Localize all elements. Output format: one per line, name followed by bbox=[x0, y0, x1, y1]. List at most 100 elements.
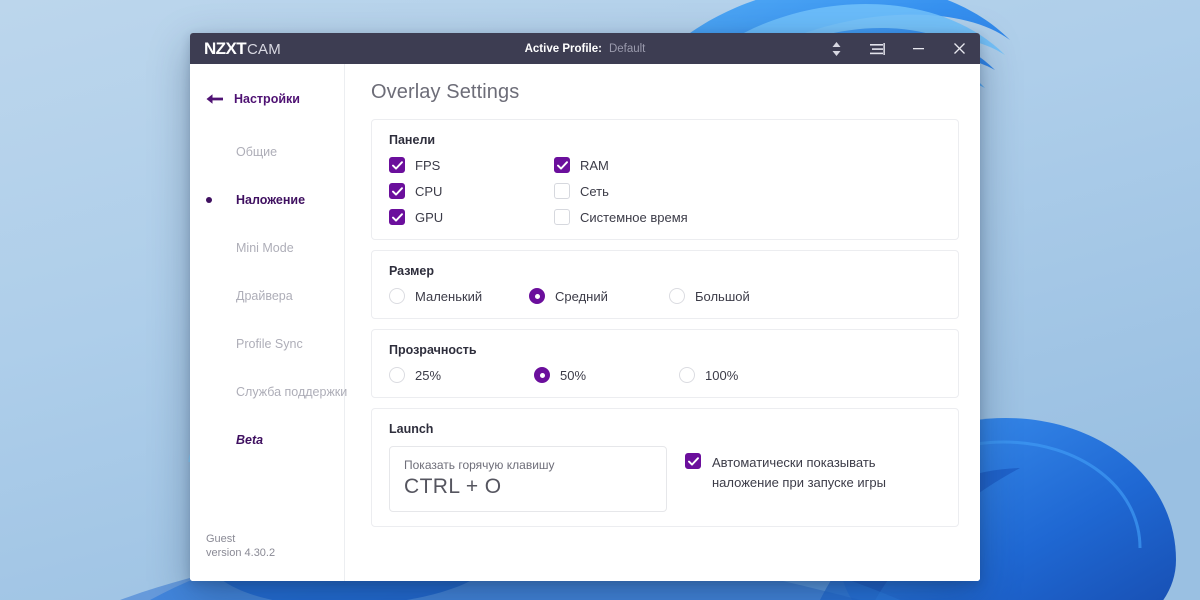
launch-card: Launch Показать горячую клавишу CTRL + O bbox=[371, 408, 959, 527]
checkbox-fps[interactable]: FPS bbox=[389, 157, 554, 173]
sidebar-item-drivers[interactable]: Драйвера bbox=[190, 272, 344, 320]
window-controls bbox=[816, 33, 980, 64]
radio-dot bbox=[539, 372, 545, 378]
radio-size-large[interactable]: Большой bbox=[669, 288, 809, 304]
radio-circle bbox=[529, 288, 545, 304]
desktop-background: NZXT CAM Active Profile: Default Настрой… bbox=[0, 0, 1200, 600]
nav-bullet bbox=[206, 341, 212, 347]
checkbox-box bbox=[389, 209, 405, 225]
sidebar-item-label: Наложение bbox=[236, 193, 306, 207]
sidebar-item-label: Mini Mode bbox=[236, 241, 294, 255]
size-title: Размер bbox=[389, 264, 435, 278]
radio-circle bbox=[389, 288, 405, 304]
app-version: version 4.30.2 bbox=[206, 547, 276, 560]
brand-cam: CAM bbox=[246, 40, 281, 58]
radio-size-medium[interactable]: Средний bbox=[529, 288, 669, 304]
radio-label: Маленький bbox=[415, 288, 483, 304]
nav-bullet-active bbox=[206, 197, 212, 203]
radio-transparency-25[interactable]: 25% bbox=[389, 367, 534, 383]
check-icon bbox=[391, 212, 403, 222]
transparency-options: 25% 50% 100% bbox=[389, 367, 941, 383]
checkbox-box bbox=[554, 209, 570, 225]
minimize-button[interactable] bbox=[898, 33, 939, 64]
radio-dot bbox=[395, 294, 400, 299]
sidebar-item-beta[interactable]: Beta bbox=[190, 416, 344, 464]
profile-stepper-button[interactable] bbox=[816, 33, 857, 64]
arrow-left-icon bbox=[206, 93, 224, 105]
nav-bullet bbox=[206, 149, 212, 155]
user-name: Guest bbox=[206, 532, 236, 545]
radio-size-small[interactable]: Маленький bbox=[389, 288, 529, 304]
checkbox-box bbox=[685, 453, 701, 469]
settings-sidebar: Настройки Общие Наложение Mini Mode Драй… bbox=[190, 64, 348, 581]
back-to-settings-button[interactable]: Настройки bbox=[190, 75, 344, 113]
minimize-icon bbox=[913, 48, 924, 50]
checkbox-cpu[interactable]: CPU bbox=[389, 183, 554, 199]
menu-button[interactable] bbox=[857, 33, 898, 64]
size-card: Размер Маленький Средний Большой bbox=[371, 250, 959, 319]
sidebar-item-mini-mode[interactable]: Mini Mode bbox=[190, 224, 344, 272]
radio-circle bbox=[679, 367, 695, 383]
radio-label: Большой bbox=[695, 288, 750, 304]
sidebar-item-general[interactable]: Общие bbox=[190, 128, 344, 176]
checkbox-label: CPU bbox=[415, 183, 443, 199]
nav-bullet bbox=[206, 437, 212, 443]
check-icon bbox=[556, 160, 568, 170]
sidebar-item-label: Profile Sync bbox=[236, 337, 303, 351]
checkbox-system-time[interactable]: Системное время bbox=[554, 209, 941, 225]
radio-label: 25% bbox=[415, 367, 442, 383]
window-titlebar[interactable]: NZXT CAM Active Profile: Default bbox=[190, 33, 980, 64]
hotkey-input[interactable]: Показать горячую клавишу CTRL + O bbox=[389, 446, 667, 512]
checkbox-label: RAM bbox=[580, 157, 609, 173]
profile-stepper-icon bbox=[832, 41, 841, 56]
radio-dot bbox=[534, 293, 540, 299]
sidebar-item-profile-sync[interactable]: Profile Sync bbox=[190, 320, 344, 368]
menu-icon bbox=[870, 42, 885, 55]
checkbox-box bbox=[554, 183, 570, 199]
page-title: Overlay Settings bbox=[371, 81, 520, 103]
sidebar-item-label: Beta bbox=[236, 433, 264, 447]
version-info: Guest version 4.30.2 bbox=[190, 532, 344, 581]
checkbox-label: Автоматически показывать наложение при з… bbox=[712, 455, 886, 491]
sidebar-item-overlay[interactable]: Наложение bbox=[190, 176, 344, 224]
checkbox-label: Сеть bbox=[580, 183, 609, 199]
checkbox-box bbox=[554, 157, 570, 173]
checkbox-label: FPS bbox=[415, 157, 441, 173]
active-profile-value[interactable]: Default bbox=[609, 43, 645, 55]
transparency-card: Прозрачность 25% 50% 100% bbox=[371, 329, 959, 398]
sidebar-item-label: Служба поддержки bbox=[236, 385, 348, 399]
launch-title: Launch bbox=[389, 422, 434, 436]
radio-dot bbox=[675, 294, 680, 299]
hotkey-value: CTRL + O bbox=[404, 475, 502, 498]
nav-bullet bbox=[206, 293, 212, 299]
app-logo: NZXT CAM bbox=[190, 39, 281, 59]
checkbox-network[interactable]: Сеть bbox=[554, 183, 941, 199]
size-options: Маленький Средний Большой bbox=[389, 288, 941, 304]
check-icon bbox=[391, 160, 403, 170]
settings-content: Overlay Settings Панели FPS RAM CPU Сеть… bbox=[345, 64, 980, 581]
radio-transparency-100[interactable]: 100% bbox=[679, 367, 824, 383]
window-body: Настройки Общие Наложение Mini Mode Драй… bbox=[190, 64, 980, 581]
checkbox-label: Системное время bbox=[580, 209, 688, 225]
radio-transparency-50[interactable]: 50% bbox=[534, 367, 679, 383]
checkbox-label: GPU bbox=[415, 209, 444, 225]
nav-bullet bbox=[206, 389, 212, 395]
active-profile-label: Active Profile: bbox=[524, 42, 602, 55]
launch-body: Показать горячую клавишу CTRL + O Автома… bbox=[389, 446, 941, 512]
radio-circle bbox=[389, 367, 405, 383]
radio-label: Средний bbox=[555, 288, 608, 304]
panels-card: Панели FPS RAM CPU Сеть GPU Системное вр… bbox=[371, 119, 959, 240]
checkbox-gpu[interactable]: GPU bbox=[389, 209, 554, 225]
hotkey-label: Показать горячую клавишу bbox=[404, 458, 555, 472]
close-button[interactable] bbox=[939, 33, 980, 64]
radio-circle bbox=[669, 288, 685, 304]
checkbox-ram[interactable]: RAM bbox=[554, 157, 941, 173]
checkbox-autoshow-overlay[interactable]: Автоматически показывать наложение при з… bbox=[685, 446, 941, 493]
back-label: Настройки bbox=[234, 91, 300, 106]
panels-title: Панели bbox=[389, 133, 436, 147]
check-icon bbox=[391, 186, 403, 196]
sidebar-item-support[interactable]: Служба поддержки bbox=[190, 368, 348, 416]
nav-bullet bbox=[206, 245, 212, 251]
panels-options-grid: FPS RAM CPU Сеть GPU Системное время bbox=[389, 157, 941, 225]
radio-dot bbox=[395, 373, 400, 378]
